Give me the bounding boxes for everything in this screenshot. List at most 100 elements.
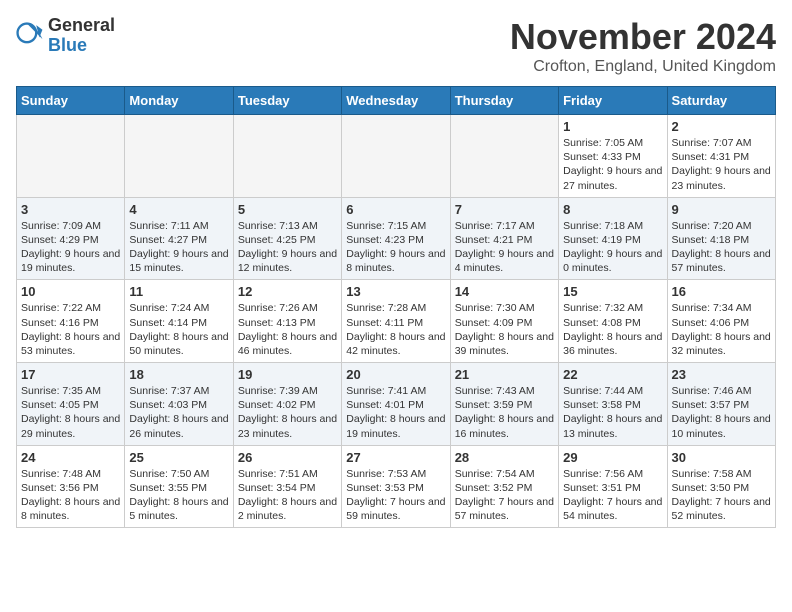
day-info: Sunrise: 7:39 AMSunset: 4:02 PMDaylight:… bbox=[238, 384, 337, 441]
day-number: 7 bbox=[455, 202, 554, 217]
day-number: 18 bbox=[129, 367, 228, 382]
logo-blue-text: Blue bbox=[48, 35, 87, 55]
day-info: Sunrise: 7:24 AMSunset: 4:14 PMDaylight:… bbox=[129, 301, 228, 358]
calendar-cell: 16 Sunrise: 7:34 AMSunset: 4:06 PMDayligh… bbox=[667, 280, 775, 363]
week-row-5: 24Sunrise: 7:48 AMSunset: 3:56 PMDayligh… bbox=[17, 445, 776, 528]
day-info: Sunrise: 7:58 AMSunset: 3:50 PMDaylight:… bbox=[672, 467, 771, 524]
calendar-cell: 17 Sunrise: 7:35 AMSunset: 4:05 PMDayligh… bbox=[17, 363, 125, 446]
calendar-cell bbox=[450, 115, 558, 198]
calendar-cell: 12 Sunrise: 7:26 AMSunset: 4:13 PMDayligh… bbox=[233, 280, 341, 363]
calendar-cell: 21 Sunrise: 7:43 AMSunset: 3:59 PMDayligh… bbox=[450, 363, 558, 446]
calendar-cell: 29Sunrise: 7:56 AMSunset: 3:51 PMDayligh… bbox=[559, 445, 667, 528]
calendar-cell bbox=[17, 115, 125, 198]
day-info: Sunrise: 7:43 AMSunset: 3:59 PMDaylight:… bbox=[455, 384, 554, 441]
calendar-cell: 23 Sunrise: 7:46 AMSunset: 3:57 PMDayligh… bbox=[667, 363, 775, 446]
day-number: 8 bbox=[563, 202, 662, 217]
calendar-cell: 28Sunrise: 7:54 AMSunset: 3:52 PMDayligh… bbox=[450, 445, 558, 528]
calendar-cell: 30 Sunrise: 7:58 AMSunset: 3:50 PMDayligh… bbox=[667, 445, 775, 528]
day-number: 16 bbox=[672, 284, 771, 299]
calendar-cell: 27 Sunrise: 7:53 AMSunset: 3:53 PMDayligh… bbox=[342, 445, 450, 528]
day-info: Sunrise: 7:46 AMSunset: 3:57 PMDaylight:… bbox=[672, 384, 771, 441]
header-day-tuesday: Tuesday bbox=[233, 87, 341, 115]
day-number: 1 bbox=[563, 119, 662, 134]
day-info: Sunrise: 7:32 AMSunset: 4:08 PMDaylight:… bbox=[563, 301, 662, 358]
calendar-cell: 20Sunrise: 7:41 AMSunset: 4:01 PMDayligh… bbox=[342, 363, 450, 446]
day-info: Sunrise: 7:07 AMSunset: 4:31 PMDaylight:… bbox=[672, 136, 771, 193]
day-info: Sunrise: 7:48 AMSunset: 3:56 PMDaylight:… bbox=[21, 467, 120, 524]
calendar-cell: 24Sunrise: 7:48 AMSunset: 3:56 PMDayligh… bbox=[17, 445, 125, 528]
calendar-cell: 10 Sunrise: 7:22 AMSunset: 4:16 PMDayligh… bbox=[17, 280, 125, 363]
day-number: 3 bbox=[21, 202, 120, 217]
header-day-saturday: Saturday bbox=[667, 87, 775, 115]
day-number: 13 bbox=[346, 284, 445, 299]
logo-icon bbox=[16, 22, 44, 50]
day-info: Sunrise: 7:13 AMSunset: 4:25 PMDaylight:… bbox=[238, 219, 337, 276]
day-number: 2 bbox=[672, 119, 771, 134]
calendar-cell: 22 Sunrise: 7:44 AMSunset: 3:58 PMDayligh… bbox=[559, 363, 667, 446]
calendar: SundayMondayTuesdayWednesdayThursdayFrid… bbox=[16, 86, 776, 528]
day-info: Sunrise: 7:22 AMSunset: 4:16 PMDaylight:… bbox=[21, 301, 120, 358]
week-row-4: 17 Sunrise: 7:35 AMSunset: 4:05 PMDayligh… bbox=[17, 363, 776, 446]
calendar-cell bbox=[342, 115, 450, 198]
header: General Blue November 2024 Crofton, Engl… bbox=[16, 16, 776, 76]
calendar-cell: 6Sunrise: 7:15 AMSunset: 4:23 PMDaylight… bbox=[342, 197, 450, 280]
day-number: 30 bbox=[672, 450, 771, 465]
calendar-cell: 14Sunrise: 7:30 AMSunset: 4:09 PMDayligh… bbox=[450, 280, 558, 363]
day-info: Sunrise: 7:37 AMSunset: 4:03 PMDaylight:… bbox=[129, 384, 228, 441]
day-info: Sunrise: 7:18 AMSunset: 4:19 PMDaylight:… bbox=[563, 219, 662, 276]
week-row-1: 1 Sunrise: 7:05 AMSunset: 4:33 PMDaylight… bbox=[17, 115, 776, 198]
header-row: SundayMondayTuesdayWednesdayThursdayFrid… bbox=[17, 87, 776, 115]
calendar-cell: 3 Sunrise: 7:09 AMSunset: 4:29 PMDaylight… bbox=[17, 197, 125, 280]
day-number: 27 bbox=[346, 450, 445, 465]
calendar-header: SundayMondayTuesdayWednesdayThursdayFrid… bbox=[17, 87, 776, 115]
calendar-cell: 15 Sunrise: 7:32 AMSunset: 4:08 PMDayligh… bbox=[559, 280, 667, 363]
day-info: Sunrise: 7:35 AMSunset: 4:05 PMDaylight:… bbox=[21, 384, 120, 441]
day-info: Sunrise: 7:53 AMSunset: 3:53 PMDaylight:… bbox=[346, 467, 445, 524]
day-info: Sunrise: 7:50 AMSunset: 3:55 PMDaylight:… bbox=[129, 467, 228, 524]
day-info: Sunrise: 7:20 AMSunset: 4:18 PMDaylight:… bbox=[672, 219, 771, 276]
day-info: Sunrise: 7:11 AMSunset: 4:27 PMDaylight:… bbox=[129, 219, 228, 276]
day-info: Sunrise: 7:09 AMSunset: 4:29 PMDaylight:… bbox=[21, 219, 120, 276]
calendar-cell: 18 Sunrise: 7:37 AMSunset: 4:03 PMDayligh… bbox=[125, 363, 233, 446]
header-day-wednesday: Wednesday bbox=[342, 87, 450, 115]
day-number: 19 bbox=[238, 367, 337, 382]
calendar-cell bbox=[233, 115, 341, 198]
calendar-cell: 2 Sunrise: 7:07 AMSunset: 4:31 PMDaylight… bbox=[667, 115, 775, 198]
month-title: November 2024 bbox=[510, 16, 776, 58]
calendar-cell: 11Sunrise: 7:24 AMSunset: 4:14 PMDayligh… bbox=[125, 280, 233, 363]
header-day-thursday: Thursday bbox=[450, 87, 558, 115]
day-number: 25 bbox=[129, 450, 228, 465]
day-number: 22 bbox=[563, 367, 662, 382]
calendar-cell: 7 Sunrise: 7:17 AMSunset: 4:21 PMDaylight… bbox=[450, 197, 558, 280]
calendar-cell: 19 Sunrise: 7:39 AMSunset: 4:02 PMDayligh… bbox=[233, 363, 341, 446]
day-info: Sunrise: 7:56 AMSunset: 3:51 PMDaylight:… bbox=[563, 467, 662, 524]
calendar-cell: 26Sunrise: 7:51 AMSunset: 3:54 PMDayligh… bbox=[233, 445, 341, 528]
day-info: Sunrise: 7:44 AMSunset: 3:58 PMDaylight:… bbox=[563, 384, 662, 441]
day-info: Sunrise: 7:28 AMSunset: 4:11 PMDaylight:… bbox=[346, 301, 445, 358]
day-info: Sunrise: 7:05 AMSunset: 4:33 PMDaylight:… bbox=[563, 136, 662, 193]
logo-general: General bbox=[48, 15, 115, 35]
day-info: Sunrise: 7:34 AMSunset: 4:06 PMDaylight:… bbox=[672, 301, 771, 358]
day-number: 23 bbox=[672, 367, 771, 382]
calendar-cell bbox=[125, 115, 233, 198]
day-number: 17 bbox=[21, 367, 120, 382]
day-number: 9 bbox=[672, 202, 771, 217]
day-info: Sunrise: 7:26 AMSunset: 4:13 PMDaylight:… bbox=[238, 301, 337, 358]
day-number: 14 bbox=[455, 284, 554, 299]
day-number: 10 bbox=[21, 284, 120, 299]
day-number: 5 bbox=[238, 202, 337, 217]
logo-text: General Blue bbox=[48, 16, 115, 56]
day-number: 12 bbox=[238, 284, 337, 299]
day-number: 21 bbox=[455, 367, 554, 382]
day-info: Sunrise: 7:54 AMSunset: 3:52 PMDaylight:… bbox=[455, 467, 554, 524]
calendar-cell: 1 Sunrise: 7:05 AMSunset: 4:33 PMDaylight… bbox=[559, 115, 667, 198]
title-area: November 2024 Crofton, England, United K… bbox=[510, 16, 776, 76]
calendar-cell: 13 Sunrise: 7:28 AMSunset: 4:11 PMDayligh… bbox=[342, 280, 450, 363]
day-number: 15 bbox=[563, 284, 662, 299]
calendar-body: 1 Sunrise: 7:05 AMSunset: 4:33 PMDaylight… bbox=[17, 115, 776, 528]
day-info: Sunrise: 7:15 AMSunset: 4:23 PMDaylight:… bbox=[346, 219, 445, 276]
location: Crofton, England, United Kingdom bbox=[510, 58, 776, 76]
day-number: 26 bbox=[238, 450, 337, 465]
day-info: Sunrise: 7:17 AMSunset: 4:21 PMDaylight:… bbox=[455, 219, 554, 276]
calendar-cell: 25 Sunrise: 7:50 AMSunset: 3:55 PMDayligh… bbox=[125, 445, 233, 528]
